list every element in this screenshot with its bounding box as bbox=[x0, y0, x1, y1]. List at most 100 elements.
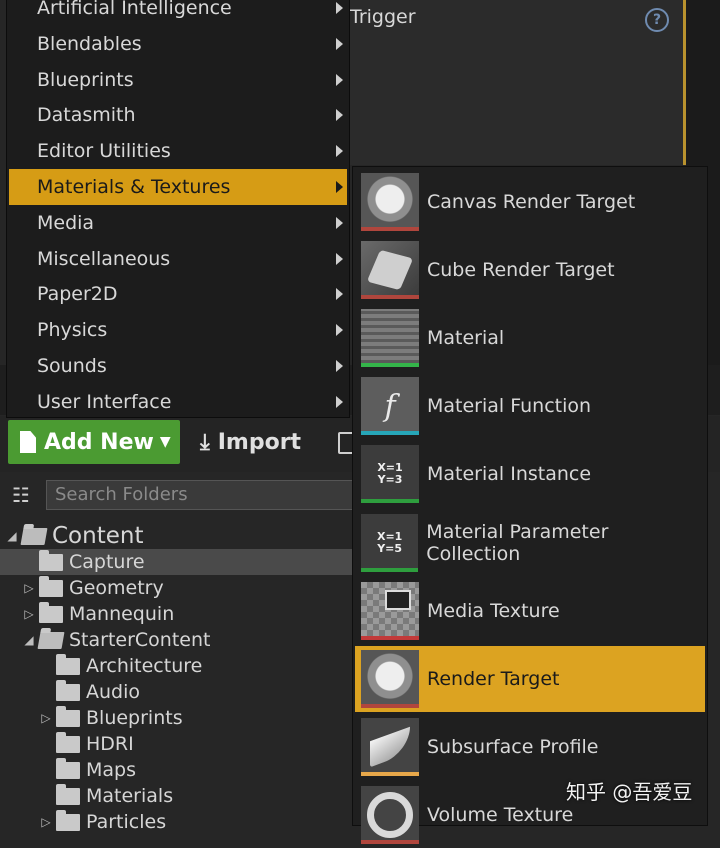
expand-triangle-icon[interactable]: ▷ bbox=[23, 581, 35, 595]
tree-item-label: Architecture bbox=[86, 655, 203, 677]
folder-icon bbox=[56, 757, 80, 779]
material-function-icon: f bbox=[361, 377, 419, 436]
submenu-item-label: Subsurface Profile bbox=[427, 735, 599, 758]
menu-item-label: Blueprints bbox=[37, 68, 134, 91]
submenu-item[interactable]: Canvas Render Target bbox=[355, 169, 705, 235]
submenu-item[interactable]: X=1 Y=5 Material Parameter Collection bbox=[355, 510, 705, 576]
submenu-item[interactable]: Material bbox=[355, 305, 705, 371]
folder-icon bbox=[39, 549, 63, 571]
tree-item[interactable]: ▷ Geometry bbox=[0, 575, 383, 601]
submenu-item-label: Media Texture bbox=[427, 599, 560, 622]
menu-item-category[interactable]: Miscellaneous bbox=[9, 241, 347, 277]
submenu-item-label: Canvas Render Target bbox=[427, 191, 636, 213]
menu-item-label: Blendables bbox=[37, 32, 142, 55]
tree-item[interactable]: Materials bbox=[0, 783, 400, 809]
material-icon bbox=[361, 309, 419, 368]
subsurface-profile-icon bbox=[361, 717, 419, 776]
category-menu: Artificial Intelligence Blendables Bluepri… bbox=[6, 0, 350, 418]
menu-item-category[interactable]: Artificial Intelligence bbox=[9, 0, 347, 26]
tree-item[interactable]: ▷ Blueprints bbox=[0, 705, 400, 731]
add-new-button[interactable]: Add New ▼ bbox=[8, 420, 180, 464]
submenu-item-label: Cube Render Target bbox=[427, 259, 615, 282]
submenu-item-label: Render Target bbox=[427, 667, 560, 690]
collapse-triangle-icon[interactable]: ◢ bbox=[6, 529, 18, 543]
menu-item-category[interactable]: Datasmith bbox=[9, 97, 347, 133]
folder-icon bbox=[56, 653, 80, 675]
search-folders-input[interactable]: Search Folders bbox=[46, 480, 356, 510]
submenu-arrow-icon bbox=[336, 324, 343, 337]
open-folder-icon bbox=[37, 631, 65, 649]
tree-item[interactable]: ▷ Mannequin bbox=[0, 601, 383, 627]
submenu-item[interactable]: Subsurface Profile bbox=[355, 714, 705, 780]
submenu-arrow-icon bbox=[336, 181, 343, 193]
menu-item-label: Materials & Textures bbox=[37, 176, 231, 198]
submenu-item-label: Material Instance bbox=[427, 463, 592, 486]
material-parameter-collection-icon: X=1 Y=5 bbox=[361, 513, 419, 572]
open-folder-icon bbox=[20, 527, 48, 545]
submenu-arrow-icon bbox=[336, 360, 343, 372]
tree-item-label: Mannequin bbox=[69, 603, 175, 625]
menu-item-label: Media bbox=[37, 211, 95, 234]
menu-item-category[interactable]: Blueprints bbox=[9, 62, 347, 98]
chevron-down-icon: ▼ bbox=[159, 434, 171, 450]
folder-icon bbox=[56, 705, 80, 727]
submenu-item[interactable]: X=1 Y=3 Material Instance bbox=[355, 441, 705, 507]
import-label: Import bbox=[217, 429, 302, 455]
media-texture-icon bbox=[361, 581, 419, 640]
menu-item-category[interactable]: User Interface bbox=[9, 384, 347, 420]
collapse-triangle-icon[interactable]: ◢ bbox=[23, 633, 35, 647]
expand-triangle-icon[interactable]: ▷ bbox=[40, 815, 52, 829]
folder-icon bbox=[39, 601, 63, 623]
submenu-arrow-icon bbox=[336, 109, 343, 122]
menu-item-label: User Interface bbox=[37, 390, 172, 413]
menu-item-category[interactable]: Editor Utilities bbox=[9, 133, 347, 169]
tree-item[interactable]: ◢ StarterContent bbox=[0, 627, 383, 653]
submenu-arrow-icon bbox=[336, 395, 343, 408]
expand-triangle-icon[interactable]: ▷ bbox=[40, 711, 52, 725]
menu-item-category[interactable]: Sounds bbox=[9, 348, 347, 384]
submenu-arrow-icon bbox=[336, 37, 343, 50]
tree-item[interactable]: Audio bbox=[0, 679, 400, 705]
thumbnail-glyph: f bbox=[384, 388, 396, 424]
cube-render-target-icon bbox=[361, 241, 419, 300]
expand-triangle-icon[interactable]: ▷ bbox=[23, 607, 35, 621]
filter-list-icon[interactable]: ☷ bbox=[12, 483, 30, 507]
menu-item-label: Paper2D bbox=[37, 283, 118, 306]
tree-item[interactable]: ◢ Content bbox=[0, 523, 366, 549]
thumbnail-glyph: X=1 Y=3 bbox=[377, 461, 403, 487]
menu-item-label: Artificial Intelligence bbox=[37, 0, 232, 19]
submenu-item[interactable]: Cube Render Target bbox=[355, 237, 705, 303]
watermark: 知乎 @吾爱豆 bbox=[566, 780, 693, 804]
submenu-arrow-icon bbox=[336, 2, 343, 14]
folder-icon bbox=[39, 575, 63, 597]
submenu-item[interactable]: f Material Function bbox=[355, 373, 705, 439]
import-button[interactable]: ⤓ Import bbox=[200, 420, 301, 464]
menu-item-category[interactable]: Blendables bbox=[9, 26, 347, 62]
materials-textures-submenu: Canvas Render Target Cube Render Target Ma… bbox=[352, 166, 708, 844]
menu-item-label: Datasmith bbox=[37, 104, 136, 127]
submenu-item[interactable]: Render Target bbox=[355, 645, 705, 712]
details-panel: Trigger ? bbox=[340, 0, 686, 165]
help-icon[interactable]: ? bbox=[645, 8, 669, 32]
folder-icon bbox=[56, 679, 80, 701]
canvas-render-target-icon bbox=[361, 173, 419, 231]
tree-item[interactable]: ▷ Particles bbox=[0, 809, 400, 835]
tree-item-label: Materials bbox=[86, 785, 174, 807]
menu-item-category[interactable]: Materials & Textures bbox=[9, 169, 347, 205]
menu-item-category[interactable]: Media bbox=[9, 205, 347, 241]
tree-item[interactable]: Architecture bbox=[0, 653, 400, 679]
folder-icon bbox=[56, 731, 80, 753]
menu-item-category[interactable]: Paper2D bbox=[9, 276, 347, 312]
submenu-item[interactable]: Media Texture bbox=[355, 578, 705, 644]
tree-item[interactable]: Capture bbox=[0, 549, 383, 575]
trigger-label: Trigger bbox=[350, 6, 416, 28]
submenu-arrow-icon bbox=[336, 288, 343, 301]
submenu-arrow-icon bbox=[336, 145, 343, 158]
add-new-label: Add New bbox=[44, 429, 154, 455]
tree-item[interactable]: HDRI bbox=[0, 731, 400, 757]
submenu-item-label: Volume Texture bbox=[427, 803, 574, 826]
tree-item[interactable]: Maps bbox=[0, 757, 400, 783]
menu-item-label: Sounds bbox=[37, 355, 107, 377]
menu-item-category[interactable]: Physics bbox=[9, 312, 347, 348]
tree-item-label: Particles bbox=[86, 811, 167, 833]
